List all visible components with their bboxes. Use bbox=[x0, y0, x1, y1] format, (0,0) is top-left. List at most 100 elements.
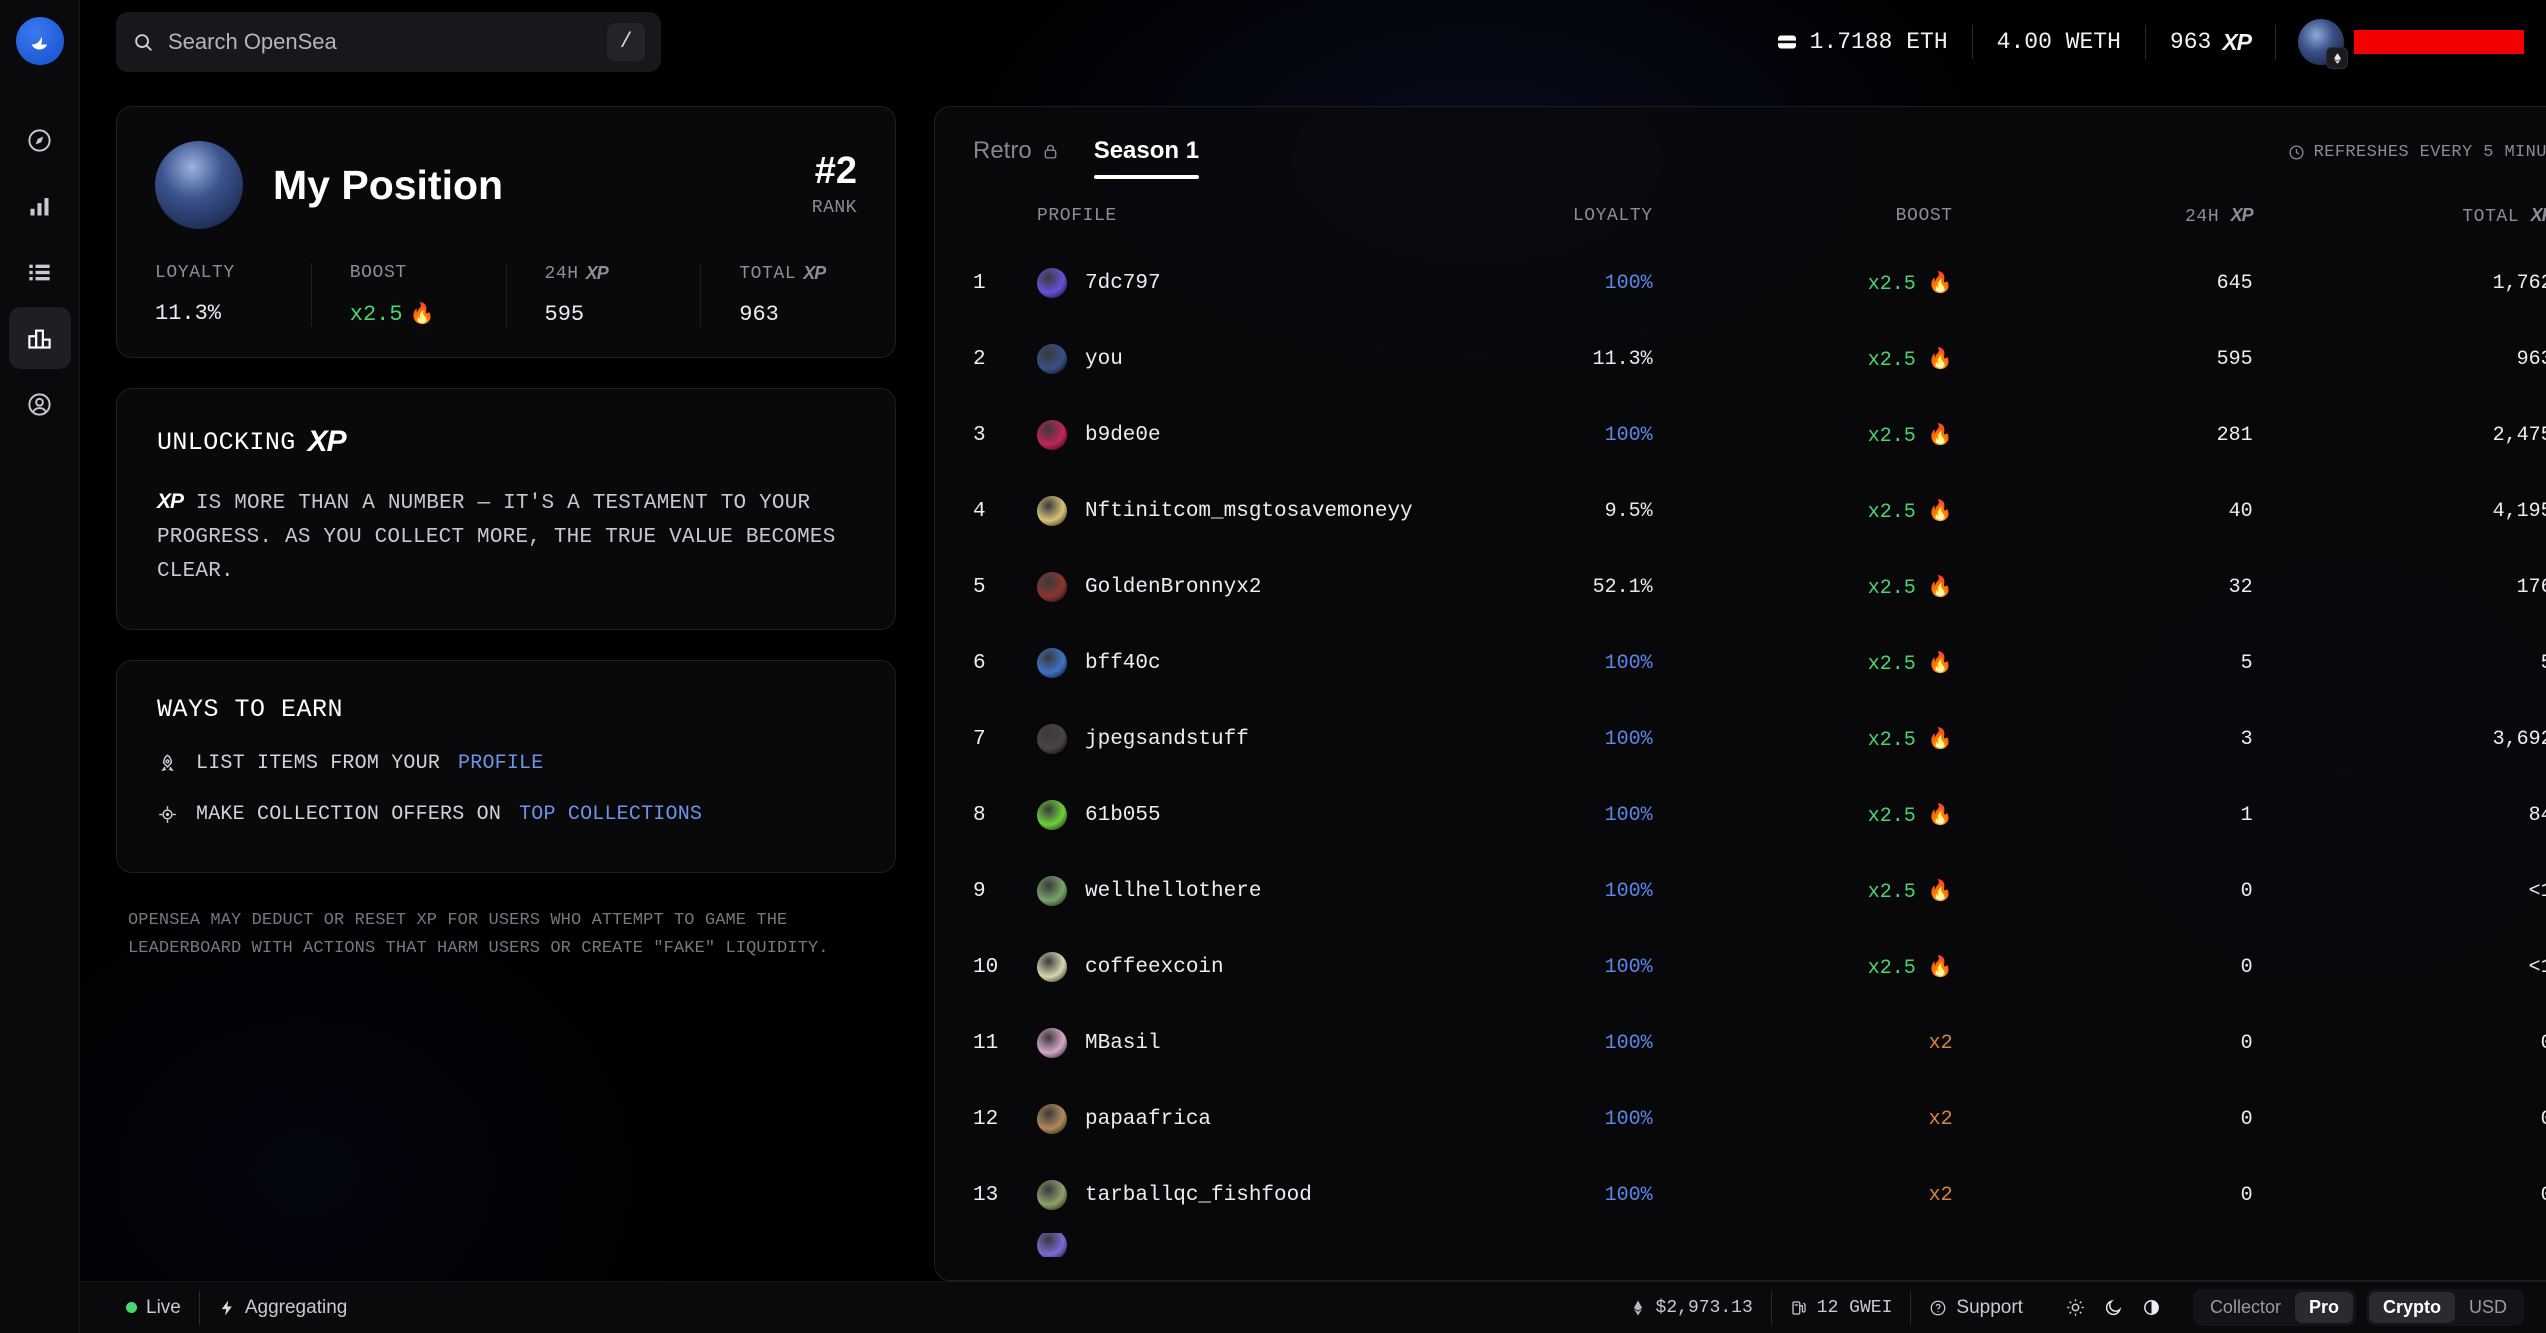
leaderboard-panel: Retro Season 1 REFRESHES EVERY 5 MINUTES bbox=[934, 106, 2546, 1281]
row-username: you bbox=[1085, 347, 1123, 371]
table-row[interactable]: 2 you 11.3% x2.5 🔥 595 963 bbox=[973, 321, 2546, 397]
status-aggregating[interactable]: Aggregating bbox=[200, 1297, 365, 1319]
col-24h-label: 24H bbox=[2185, 207, 2220, 227]
row-loyalty: 100% bbox=[1604, 1031, 1653, 1055]
row-profile[interactable]: papaafrica bbox=[1037, 1104, 1413, 1134]
account-avatar[interactable] bbox=[2298, 19, 2348, 69]
ethereum-icon bbox=[1633, 1300, 1642, 1315]
sidebar-item-explore[interactable] bbox=[9, 109, 71, 171]
left-column: My Position #2 RANK LOYALTY 11.3% BOOST … bbox=[116, 106, 896, 1281]
unlocking-xp-card: UNLOCKING XP XP IS MORE THAN A NUMBER — … bbox=[116, 388, 896, 631]
row-24h-xp: 32 bbox=[2228, 575, 2253, 599]
row-profile[interactable]: 61b055 bbox=[1037, 800, 1413, 830]
row-profile[interactable]: coffeexcoin bbox=[1037, 952, 1413, 982]
table-row[interactable]: 6 bff40c 100% x2.5 🔥 55 bbox=[973, 625, 2546, 701]
theme-contrast-button[interactable] bbox=[2135, 1292, 2169, 1324]
theme-dark-button[interactable] bbox=[2097, 1292, 2131, 1324]
xp-badge: XP bbox=[585, 263, 609, 283]
table-row[interactable]: 5 GoldenBronnyx2 52.1% x2.5 🔥 32 176 bbox=[973, 549, 2546, 625]
status-eth-price[interactable]: $2,973.13 bbox=[1611, 1298, 1771, 1318]
weth-balance[interactable]: 4.00 WETH bbox=[1973, 29, 2145, 55]
row-profile[interactable]: wellhellothere bbox=[1037, 876, 1413, 906]
tab-season-1[interactable]: Season 1 bbox=[1093, 137, 1200, 179]
xp-balance[interactable]: 963 XP bbox=[2146, 29, 2275, 56]
row-profile[interactable]: GoldenBronnyx2 bbox=[1037, 572, 1413, 602]
search-placeholder: Search OpenSea bbox=[168, 29, 337, 54]
sidebar-item-lists[interactable] bbox=[9, 241, 71, 303]
disclaimer-text: OPENSEA MAY DEDUCT OR RESET XP FOR USERS… bbox=[128, 911, 829, 959]
table-row[interactable]: 10 coffeexcoin 100% x2.5 🔥 0 <1 bbox=[973, 929, 2546, 1005]
unlocking-heading-text: UNLOCKING bbox=[157, 427, 296, 457]
status-support[interactable]: Support bbox=[1911, 1297, 2041, 1319]
lock-icon bbox=[1044, 144, 1057, 159]
table-row[interactable]: 4 Nftinitcom_msgtosavemoneyy 9.5% x2.5 🔥 40 4… bbox=[973, 473, 2546, 549]
opensea-logo-icon[interactable] bbox=[15, 17, 64, 65]
avatar bbox=[1037, 1028, 1067, 1058]
sidebar-item-stats[interactable] bbox=[9, 175, 71, 237]
leaderboard-column-headers: PROFILE LOYALTY BOOST 24H XP TOTAL XP bbox=[935, 179, 2546, 245]
row-profile[interactable]: bff40c bbox=[1037, 648, 1413, 678]
row-profile[interactable]: jpegsandstuff bbox=[1037, 724, 1413, 754]
eth-balance[interactable]: 1.7188 ETH bbox=[1751, 29, 1972, 55]
table-row[interactable]: 7 jpegsandstuff 100% x2.5 🔥 3 3,692 bbox=[973, 701, 2546, 777]
table-row[interactable]: 12 papaafrica 100% x2 00 bbox=[973, 1081, 2546, 1157]
row-profile[interactable]: tarballqc_fishfood bbox=[1037, 1180, 1413, 1210]
mode-collector-button[interactable]: Collector bbox=[2196, 1292, 2295, 1323]
row-loyalty: 100% bbox=[1604, 803, 1653, 827]
table-row-partial[interactable] bbox=[973, 1233, 2546, 1257]
row-total-xp: <1 bbox=[2528, 955, 2546, 979]
wallet-icon bbox=[1777, 35, 1796, 49]
row-profile[interactable]: 7dc797 bbox=[1037, 268, 1413, 298]
status-gas[interactable]: 12 GWEI bbox=[1772, 1298, 1911, 1318]
avatar bbox=[1037, 724, 1067, 754]
header-right-cluster: 1.7188 ETH 4.00 WETH 963 XP bbox=[1751, 19, 2546, 69]
col-loyalty: LOYALTY bbox=[1572, 206, 1653, 226]
row-rank: 1 bbox=[973, 271, 986, 295]
row-rank: 8 bbox=[973, 803, 986, 827]
row-username: jpegsandstuff bbox=[1085, 727, 1249, 751]
theme-light-button[interactable] bbox=[2059, 1292, 2093, 1324]
profile-link[interactable]: PROFILE bbox=[458, 752, 543, 775]
row-24h-xp: 645 bbox=[2216, 271, 2253, 295]
col-total-xp: TOTAL XP bbox=[2253, 205, 2546, 227]
sun-icon bbox=[2067, 1299, 2085, 1316]
row-profile[interactable]: Nftinitcom_msgtosavemoneyy bbox=[1037, 496, 1413, 526]
table-row[interactable]: 11 MBasil 100% x2 00 bbox=[973, 1005, 2546, 1081]
row-profile[interactable]: you bbox=[1037, 344, 1413, 374]
currency-usd-button[interactable]: USD bbox=[2455, 1292, 2521, 1323]
ethereum-icon bbox=[2333, 52, 2341, 64]
podium-icon bbox=[28, 329, 51, 349]
row-boost: x2.5 🔥 bbox=[1867, 577, 1953, 600]
table-row[interactable]: 13 tarballqc_fishfood 100% x2 00 bbox=[973, 1157, 2546, 1233]
top-collections-link[interactable]: TOP COLLECTIONS bbox=[519, 803, 702, 826]
sidebar-item-leaderboard[interactable] bbox=[8, 307, 71, 369]
table-row[interactable]: 1 7dc797 100% x2.5 🔥 645 1,762 bbox=[973, 245, 2546, 321]
xp-badge: XP bbox=[307, 425, 347, 458]
row-rank: 11 bbox=[973, 1031, 999, 1055]
avatar bbox=[1037, 800, 1067, 830]
mode-pro-button[interactable]: Pro bbox=[2294, 1292, 2353, 1323]
earn-row-list-items[interactable]: LIST ITEMS FROM YOUR PROFILE bbox=[157, 752, 855, 775]
avatar bbox=[1037, 572, 1067, 602]
earn-row-collection-offers[interactable]: MAKE COLLECTION OFFERS ON TOP COLLECTION… bbox=[157, 803, 855, 826]
row-total-xp: 3,692 bbox=[2492, 727, 2546, 751]
position-card-header: My Position #2 RANK bbox=[117, 107, 895, 229]
status-live[interactable]: Live bbox=[108, 1297, 199, 1319]
currency-crypto-button[interactable]: Crypto bbox=[2368, 1292, 2455, 1323]
stat-total-label: TOTAL bbox=[739, 263, 797, 284]
row-profile[interactable]: MBasil bbox=[1037, 1028, 1413, 1058]
row-profile[interactable]: b9de0e bbox=[1037, 420, 1413, 450]
table-row[interactable]: 9 wellhellothere 100% x2.5 🔥 0 <1 bbox=[973, 853, 2546, 929]
top-header: Search OpenSea / 1.7188 ETH 4.00 WETH 96… bbox=[80, 0, 2546, 84]
avatar bbox=[155, 141, 243, 229]
row-24h-xp: 281 bbox=[2216, 423, 2253, 447]
table-row[interactable]: 3 b9de0e 100% x2.5 🔥 281 2,475 bbox=[973, 397, 2546, 473]
search-input[interactable]: Search OpenSea / bbox=[116, 12, 661, 72]
row-total-xp: 84 bbox=[2528, 803, 2546, 827]
avatar bbox=[1037, 952, 1067, 982]
row-rank: 4 bbox=[973, 499, 986, 523]
table-row[interactable]: 8 61b055 100% x2.5 🔥 1 84 bbox=[973, 777, 2546, 853]
tab-retro[interactable]: Retro bbox=[973, 137, 1060, 179]
sidebar-item-profile[interactable] bbox=[9, 373, 71, 435]
row-loyalty: 11.3% bbox=[1592, 347, 1653, 371]
